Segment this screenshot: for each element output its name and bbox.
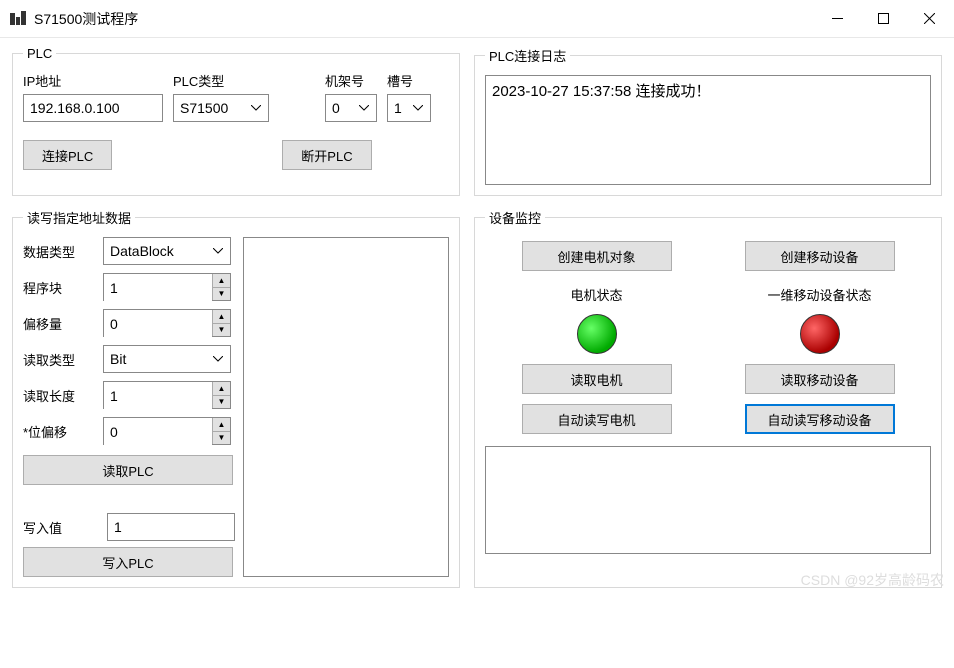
slot-value: 1 — [394, 100, 402, 116]
plctype-label: PLC类型 — [173, 71, 269, 90]
read-mobile-button[interactable]: 读取移动设备 — [745, 364, 895, 394]
spin-down-icon[interactable]: ▼ — [213, 396, 230, 409]
create-motor-button[interactable]: 创建电机对象 — [522, 241, 672, 271]
mobile-status-led — [800, 314, 840, 354]
slot-combo[interactable]: 1 — [387, 94, 431, 122]
read-plc-button[interactable]: 读取PLC — [23, 455, 233, 485]
spin-down-icon[interactable]: ▼ — [213, 324, 230, 337]
writeval-input[interactable] — [107, 513, 235, 541]
block-label: 程序块 — [23, 278, 97, 297]
readtype-value: Bit — [110, 351, 126, 367]
spin-up-icon[interactable]: ▲ — [213, 418, 230, 432]
datatype-combo[interactable]: DataBlock — [103, 237, 231, 265]
motor-status-label: 电机状态 — [570, 285, 622, 304]
chevron-down-icon — [410, 105, 426, 111]
spin-up-icon[interactable]: ▲ — [213, 310, 230, 324]
rack-value: 0 — [332, 100, 340, 116]
offset-label: 偏移量 — [23, 314, 97, 333]
plc-groupbox: PLC IP地址 PLC类型 S71500 机架号 0 — [12, 46, 460, 196]
mobile-status-label: 一维移动设备状态 — [767, 285, 871, 304]
spin-up-icon[interactable]: ▲ — [213, 382, 230, 396]
rack-label: 机架号 — [325, 71, 377, 90]
datatype-value: DataBlock — [110, 243, 174, 259]
datatype-label: 数据类型 — [23, 242, 97, 261]
auto-mobile-button[interactable]: 自动读写移动设备 — [745, 404, 895, 434]
chevron-down-icon — [356, 105, 372, 111]
plctype-combo[interactable]: S71500 — [173, 94, 269, 122]
writeval-label: 写入值 — [23, 518, 97, 537]
readwrite-legend: 读写指定地址数据 — [23, 208, 135, 227]
slot-label: 槽号 — [387, 71, 431, 90]
offset-value[interactable] — [104, 310, 212, 338]
ip-label: IP地址 — [23, 71, 163, 90]
block-value[interactable] — [104, 274, 212, 302]
plc-legend: PLC — [23, 46, 56, 61]
readtype-label: 读取类型 — [23, 350, 97, 369]
log-groupbox: PLC连接日志 2023-10-27 15:37:58 连接成功！ — [474, 46, 942, 196]
auto-motor-button[interactable]: 自动读写电机 — [522, 404, 672, 434]
log-textarea[interactable]: 2023-10-27 15:37:58 连接成功！ — [485, 75, 931, 185]
block-spinner[interactable]: ▲▼ — [103, 273, 231, 301]
rack-combo[interactable]: 0 — [325, 94, 377, 122]
spin-down-icon[interactable]: ▼ — [213, 288, 230, 301]
readtype-combo[interactable]: Bit — [103, 345, 231, 373]
bitoffset-value[interactable] — [104, 418, 212, 446]
maximize-button[interactable] — [860, 4, 906, 34]
monitor-output-box[interactable] — [485, 446, 931, 554]
readwrite-result-box[interactable] — [243, 237, 449, 577]
close-button[interactable] — [906, 4, 952, 34]
readlen-value[interactable] — [104, 382, 212, 410]
readlen-label: 读取长度 — [23, 386, 97, 405]
disconnect-plc-button[interactable]: 断开PLC — [282, 140, 371, 170]
monitor-legend: 设备监控 — [485, 208, 545, 227]
readlen-spinner[interactable]: ▲▼ — [103, 381, 231, 409]
spin-down-icon[interactable]: ▼ — [213, 432, 230, 445]
chevron-down-icon — [248, 105, 264, 111]
minimize-button[interactable] — [814, 4, 860, 34]
offset-spinner[interactable]: ▲▼ — [103, 309, 231, 337]
titlebar: S71500测试程序 — [0, 0, 954, 38]
bitoffset-label: *位偏移 — [23, 422, 97, 441]
create-mobile-button[interactable]: 创建移动设备 — [745, 241, 895, 271]
spin-up-icon[interactable]: ▲ — [213, 274, 230, 288]
monitor-groupbox: 设备监控 创建电机对象 创建移动设备 电机状态 读取电机 自动读写电机 一维移动… — [474, 208, 942, 588]
motor-status-led — [577, 314, 617, 354]
chevron-down-icon — [210, 248, 226, 254]
chevron-down-icon — [210, 356, 226, 362]
window-title: S71500测试程序 — [34, 9, 138, 29]
log-legend: PLC连接日志 — [485, 46, 570, 65]
ip-input[interactable] — [23, 94, 163, 122]
read-motor-button[interactable]: 读取电机 — [522, 364, 672, 394]
app-icon — [10, 11, 26, 27]
connect-plc-button[interactable]: 连接PLC — [23, 140, 112, 170]
bitoffset-spinner[interactable]: ▲▼ — [103, 417, 231, 445]
write-plc-button[interactable]: 写入PLC — [23, 547, 233, 577]
readwrite-groupbox: 读写指定地址数据 数据类型 DataBlock 程序块 ▲▼ — [12, 208, 460, 588]
plctype-value: S71500 — [180, 100, 228, 116]
